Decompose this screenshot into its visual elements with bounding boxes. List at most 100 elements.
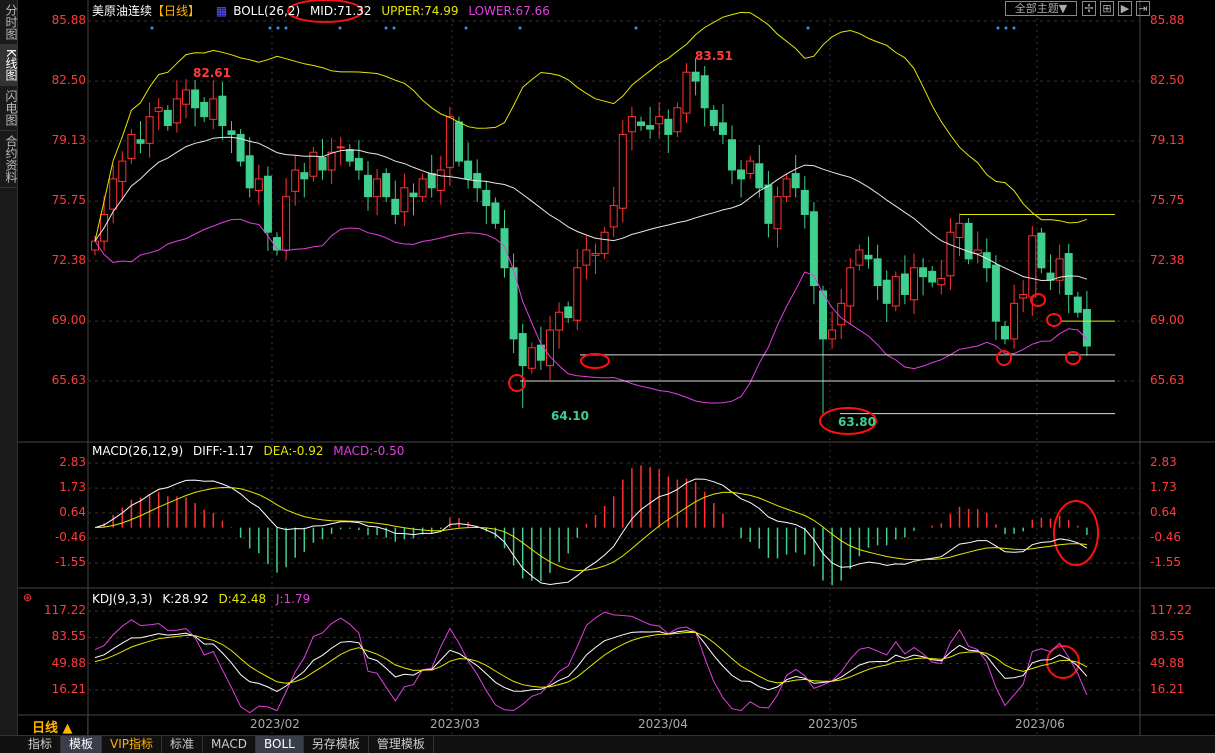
axis-tick-label: 82.50	[1150, 73, 1185, 88]
bottom-tabs: 指标 模板 VIP指标 标准 MACD BOLL 另存模板 管理模板	[0, 735, 1215, 753]
highlight-circle	[1046, 313, 1062, 327]
candle-down	[728, 139, 736, 171]
annotation-low-2: 63.80	[838, 415, 876, 429]
candle-down	[482, 189, 491, 207]
candle-down	[646, 125, 655, 130]
candle-up	[655, 116, 664, 125]
candle-up	[291, 169, 300, 192]
candle-down	[354, 157, 363, 171]
candle-down	[191, 89, 200, 109]
crosshair-button[interactable]: ✢	[1082, 1, 1096, 16]
candle-down	[500, 228, 509, 269]
signal-dot	[464, 26, 468, 30]
main-legend: 美原油连续【日线】 ▦ BOLL(26,2) MID:71.32 UPPER:74…	[92, 2, 556, 19]
candle-up	[172, 98, 181, 124]
candle-down	[873, 258, 882, 287]
play-button[interactable]: ▶	[1118, 1, 1132, 16]
boll-lower: LOWER:67.66	[468, 4, 550, 18]
candle-down	[136, 139, 145, 144]
period-tag: 【日线】	[152, 4, 201, 18]
candle-up	[373, 178, 382, 198]
axis-tick-label: 2.83	[1150, 455, 1177, 469]
candle-up	[254, 178, 263, 191]
macd-dea: DEA:-0.92	[263, 444, 324, 458]
tab-manage-template[interactable]: 管理模板	[369, 736, 434, 753]
axis-tick-label: 49.88	[51, 655, 86, 670]
axis-tick-label: 16.21	[1150, 681, 1185, 696]
tab-save-template[interactable]: 另存模板	[304, 736, 369, 753]
candle-down	[200, 101, 209, 118]
candle-down	[928, 270, 937, 283]
date-label: 2023/04	[638, 717, 688, 731]
candle-up	[527, 347, 536, 369]
candle-up	[1010, 302, 1019, 340]
move-right-button[interactable]: ⇥	[1136, 1, 1150, 16]
candle-up	[1019, 293, 1028, 299]
candle-up	[937, 277, 946, 286]
candle-down	[464, 160, 473, 180]
tab-standard[interactable]: 标准	[162, 736, 204, 753]
tab-indicator[interactable]: 指标	[20, 736, 62, 753]
signal-dot	[1004, 26, 1008, 30]
tab-template[interactable]: 模板	[61, 736, 103, 753]
candle-down	[345, 149, 354, 162]
tab-macd[interactable]: MACD	[203, 736, 257, 753]
candle-up	[436, 169, 445, 191]
signal-dot	[384, 26, 388, 30]
kdj-j-line	[94, 611, 1088, 714]
theme-dropdown[interactable]: 全部主题▼	[1005, 1, 1077, 16]
axis-tick-label: 85.88	[1150, 13, 1185, 27]
macd-value: MACD:-0.50	[333, 444, 405, 458]
candle-up	[591, 253, 600, 256]
axis-tick-label: 1.73	[1150, 480, 1177, 495]
candle-up	[573, 267, 582, 321]
annotation-low-1: 64.10	[551, 409, 589, 423]
kdj-name: KDJ(9,3,3)	[92, 592, 153, 606]
candle-up	[782, 178, 791, 198]
axis-tick-label: 75.75	[1150, 193, 1185, 208]
candle-up	[618, 133, 627, 209]
candle-up	[400, 187, 409, 213]
candle-up	[145, 116, 154, 144]
candle-down	[764, 184, 773, 224]
candle-down	[1073, 296, 1082, 313]
candle-up	[746, 160, 755, 175]
period-selector[interactable]: 日线 ▲	[20, 717, 88, 736]
candle-up	[846, 267, 855, 307]
candle-down	[791, 173, 800, 189]
tab-vip-indicator[interactable]: VIP指标	[102, 736, 163, 753]
signal-dot	[634, 26, 638, 30]
candle-down	[455, 121, 463, 162]
candle-down	[864, 254, 873, 260]
highlight-circle	[1065, 351, 1081, 365]
tab-boll[interactable]: BOLL	[256, 736, 304, 753]
candle-down	[409, 192, 418, 198]
candle-down	[664, 118, 673, 135]
date-label: 2023/02	[250, 717, 300, 731]
axis-tick-label: 75.75	[51, 193, 86, 208]
axis-tick-label: 117.22	[1150, 603, 1192, 617]
boll-lower-line	[94, 218, 1088, 404]
candle-up	[182, 89, 190, 105]
boll-name: BOLL(26,2)	[233, 4, 301, 18]
candle-down	[709, 109, 718, 127]
candle-up	[118, 160, 127, 183]
chart-canvas[interactable]	[0, 0, 1215, 753]
signal-dot	[518, 26, 522, 30]
signal-dot	[268, 26, 272, 30]
axis-tick-label: 0.64	[1150, 504, 1177, 519]
candle-up	[946, 231, 955, 277]
signal-dot	[392, 26, 396, 30]
candle-down	[882, 279, 891, 304]
candle-down	[637, 121, 645, 127]
macd-name: MACD(26,12,9)	[92, 444, 184, 458]
zoom-button[interactable]: ⊞	[1100, 1, 1114, 16]
axis-tick-label: 72.38	[1150, 253, 1185, 268]
axis-tick-label: 85.88	[51, 13, 86, 27]
annotation-high-1: 82.61	[193, 66, 231, 80]
candle-down	[737, 169, 746, 180]
candle-up	[828, 329, 837, 340]
candle-down	[382, 173, 391, 198]
candle-down	[364, 174, 372, 198]
boll-mid: MID:71.32	[309, 4, 372, 18]
